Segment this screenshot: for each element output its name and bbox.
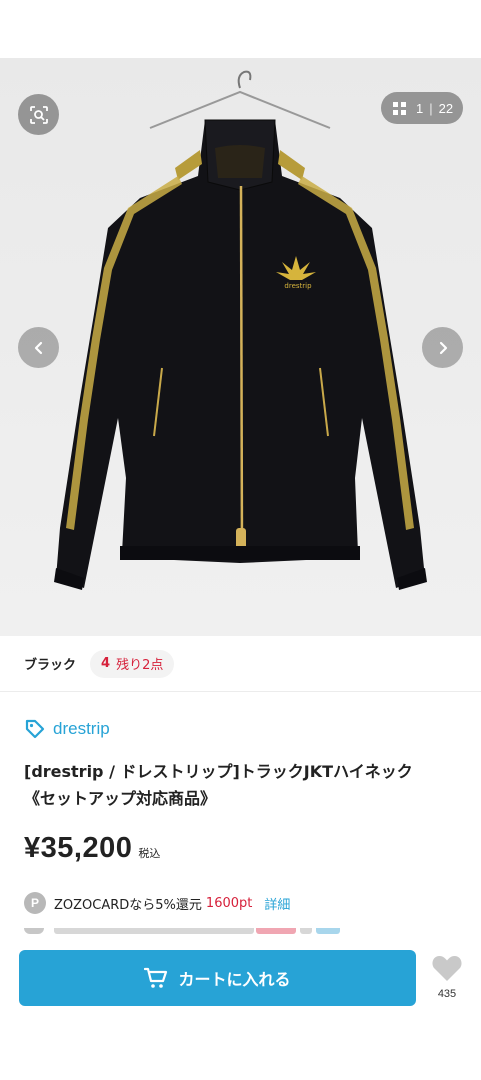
point-text: ZOZOCARDなら5%還元 bbox=[54, 897, 202, 913]
counter-total: 22 bbox=[438, 100, 454, 116]
product-title-line2: 《セットアップ対応商品》 bbox=[24, 789, 217, 808]
top-bar bbox=[0, 0, 481, 58]
cart-button-label: カートに入れる bbox=[178, 970, 291, 989]
stock-count: 4 bbox=[101, 656, 111, 671]
chevron-right-icon bbox=[439, 341, 447, 354]
price-amount: ¥35,200 bbox=[24, 832, 133, 864]
image-counter[interactable]: 1 | 22 bbox=[381, 92, 463, 124]
add-to-cart-button[interactable]: カートに入れる bbox=[19, 950, 416, 1006]
brand-link[interactable]: drestrip bbox=[24, 718, 110, 740]
favorite-count: 435 bbox=[437, 988, 457, 1000]
stock-badge[interactable]: 4 残り2点 bbox=[90, 649, 175, 678]
product-image: drestrip bbox=[0, 58, 481, 636]
product-title: [drestrip / ドレストリップ]トラックJKTハイネック 《セットアップ… bbox=[24, 758, 454, 812]
product-image-gallery[interactable]: drestrip 1 | 22 bbox=[0, 58, 481, 636]
grid-icon bbox=[393, 101, 406, 115]
product-title-line1: [drestrip / ドレストリップ]トラックJKTハイネック bbox=[24, 762, 413, 781]
zoom-button[interactable] bbox=[18, 94, 59, 135]
heart-icon bbox=[432, 956, 462, 981]
previous-image-button[interactable] bbox=[18, 327, 59, 368]
point-info-row: P ZOZOCARDなら5%還元 1600pt 詳細 bbox=[24, 892, 290, 914]
product-logo-text: drestrip bbox=[284, 282, 312, 290]
point-icon: P bbox=[24, 892, 46, 914]
color-selector-row[interactable]: ブラック 4 残り2点 bbox=[0, 636, 481, 692]
stock-text: 残り2点 bbox=[116, 658, 164, 673]
chevron-left-icon bbox=[34, 341, 42, 354]
counter-separator: | bbox=[429, 100, 433, 116]
cart-icon bbox=[144, 967, 168, 988]
color-name: ブラック bbox=[24, 658, 77, 673]
counter-current: 1 bbox=[416, 100, 424, 116]
price-block: ¥35,200 税込 bbox=[24, 832, 160, 865]
zoom-icon bbox=[29, 105, 48, 124]
favorite-button[interactable]: 435 bbox=[430, 954, 464, 1000]
brand-name: drestrip bbox=[53, 719, 110, 738]
next-image-button[interactable] bbox=[422, 327, 463, 368]
tag-icon bbox=[25, 719, 45, 739]
point-detail-link[interactable]: 詳細 bbox=[264, 894, 290, 913]
tax-label: 税込 bbox=[138, 847, 161, 860]
point-amount: 1600pt bbox=[205, 895, 253, 911]
